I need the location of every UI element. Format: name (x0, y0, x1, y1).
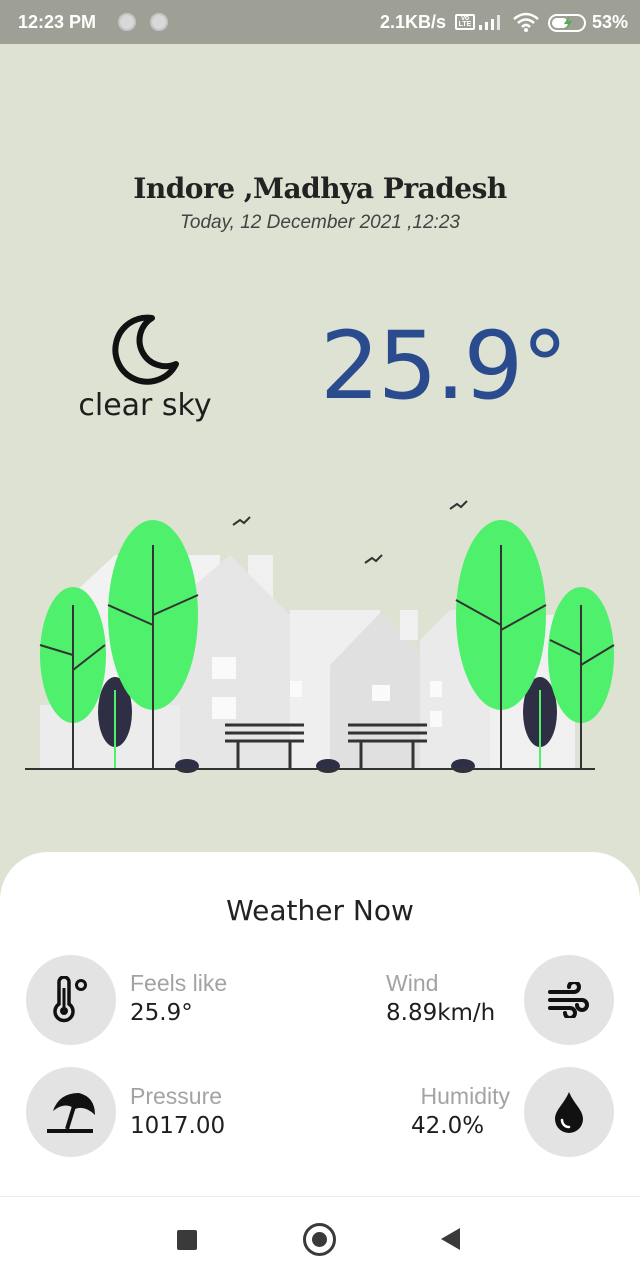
notification-dot-icon (150, 13, 168, 31)
navigation-bar (0, 1196, 640, 1280)
beach-umbrella-icon (26, 1067, 116, 1157)
pressure-label: Pressure (130, 1083, 223, 1109)
wind-value: 8.89km/h (386, 1000, 496, 1026)
bird-icon (232, 516, 251, 526)
location-title: Indore ,Madhya Pradesh (133, 172, 507, 205)
volte-icon: Vo LTE (455, 14, 475, 30)
status-bar: 12:23 PM 2.1KB/s Vo LTE 53% (0, 0, 640, 44)
battery-charging-icon (548, 14, 586, 32)
water-drop-icon (524, 1067, 614, 1157)
weather-condition: clear sky (78, 388, 212, 423)
signal-icon (479, 15, 500, 30)
humidity-value: 42.0% (411, 1113, 485, 1139)
date-time: Today, 12 December 2021 ,12:23 (180, 212, 460, 233)
back-button[interactable] (440, 1227, 462, 1251)
home-button[interactable] (303, 1223, 336, 1256)
city-illustration (25, 500, 615, 773)
wifi-icon (513, 12, 539, 32)
thermometer-icon (26, 955, 116, 1045)
humidity-label: Humidity (420, 1083, 510, 1109)
home-icon (312, 1232, 327, 1247)
feels-like-label: Feels like (130, 970, 228, 996)
current-temperature: 25.9° (320, 312, 568, 421)
wind-icon (524, 955, 614, 1045)
feels-like-value: 25.9° (130, 1000, 193, 1026)
weather-now-card: Weather Now Feels like 25.9° Wind 8.89km… (0, 852, 640, 1196)
notification-dot-icon (118, 13, 136, 31)
bird-icon (364, 554, 383, 564)
pressure-value: 1017.00 (130, 1113, 226, 1139)
wind-label: Wind (386, 970, 439, 996)
recents-button[interactable] (177, 1230, 197, 1250)
network-speed: 2.1KB/s (380, 12, 447, 32)
status-time: 12:23 PM (18, 12, 97, 32)
moon-icon (112, 314, 179, 385)
bird-icon (449, 500, 468, 510)
weather-now-title: Weather Now (226, 894, 414, 927)
battery-percent: 53% (592, 12, 629, 32)
